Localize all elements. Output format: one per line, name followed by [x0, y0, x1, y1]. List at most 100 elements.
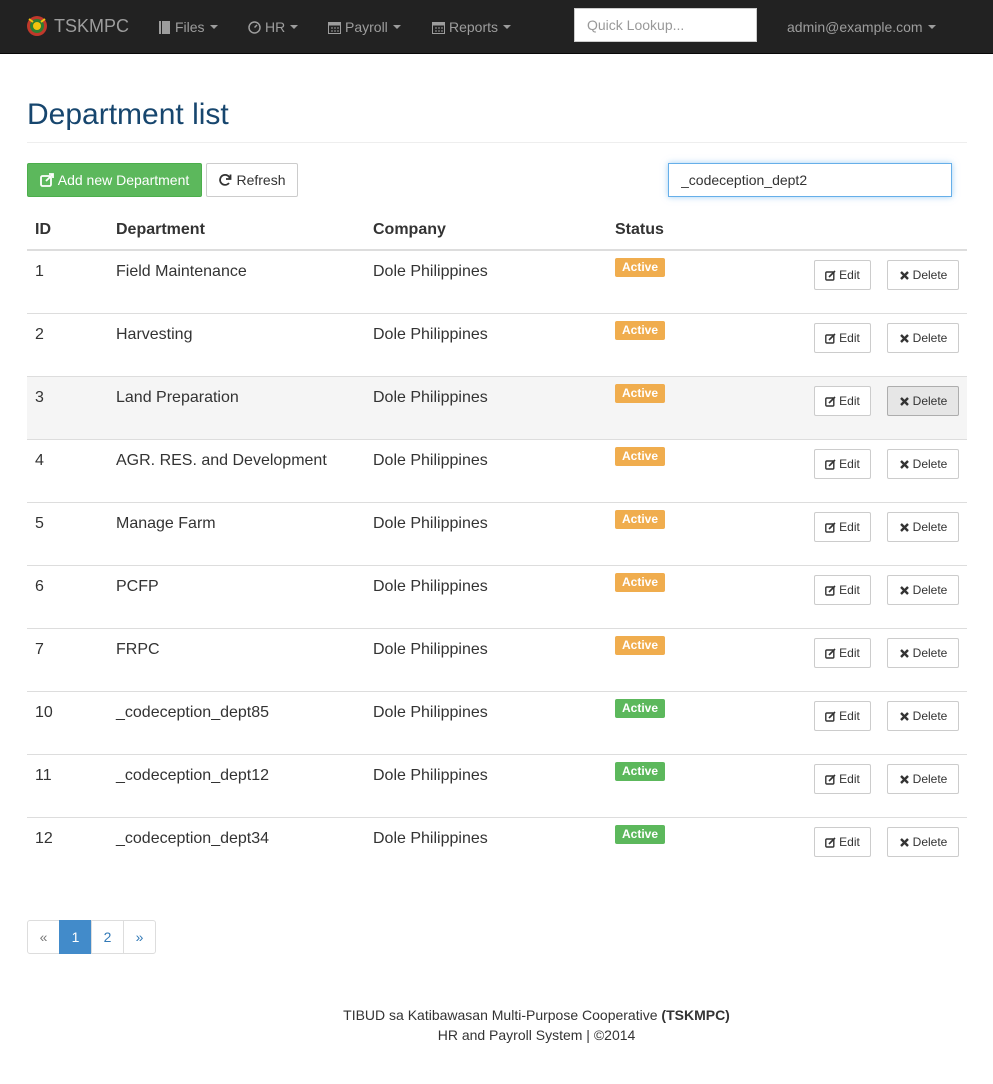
- edit-icon: [825, 773, 836, 785]
- row-status: Active: [615, 573, 666, 592]
- menu-files-label: Files: [175, 19, 205, 35]
- menu-reports[interactable]: Reports: [432, 0, 512, 54]
- delete-button[interactable]: Delete: [887, 449, 959, 479]
- row-department: _codeception_dept34: [116, 830, 270, 847]
- user-email: admin@example.com: [787, 19, 923, 35]
- edit-button[interactable]: Edit: [814, 260, 871, 290]
- delete-button[interactable]: Delete: [887, 386, 959, 416]
- delete-button[interactable]: Delete: [887, 575, 959, 605]
- edit-button[interactable]: Edit: [814, 764, 871, 794]
- edit-icon: [825, 710, 836, 722]
- edit-label: Edit: [839, 520, 860, 534]
- pagination-page-2[interactable]: 2: [91, 920, 124, 954]
- user-menu[interactable]: admin@example.com: [787, 0, 936, 54]
- row-company: Dole Philippines: [373, 326, 488, 343]
- row-company: Dole Philippines: [373, 515, 488, 532]
- pagination-next[interactable]: »: [123, 920, 156, 954]
- edit-icon: [825, 332, 836, 344]
- delete-button[interactable]: Delete: [887, 764, 959, 794]
- remove-icon: [899, 648, 909, 658]
- delete-label: Delete: [912, 457, 948, 471]
- edit-label: Edit: [839, 457, 860, 471]
- edit-icon: [825, 836, 836, 848]
- menu-hr-label: HR: [265, 19, 286, 35]
- edit-button[interactable]: Edit: [814, 512, 871, 542]
- brand[interactable]: TSKMPC: [26, 12, 129, 40]
- quick-lookup-input[interactable]: [574, 8, 757, 42]
- caret-down-icon: [209, 25, 218, 29]
- status-badge: Active: [615, 699, 666, 718]
- menu-files[interactable]: Files: [158, 0, 218, 54]
- pagination: « 1 2 »: [27, 920, 156, 954]
- refresh-button[interactable]: Refresh: [206, 163, 298, 197]
- row-status: Active: [615, 510, 666, 529]
- row-company: Dole Philippines: [373, 641, 488, 658]
- table-row: 3 Land Preparation Dole Philippines Active E…: [27, 377, 967, 440]
- edit-button[interactable]: Edit: [814, 701, 871, 731]
- edit-button[interactable]: Edit: [814, 827, 871, 857]
- delete-button[interactable]: Delete: [887, 638, 959, 668]
- row-department: Land Preparation: [116, 389, 239, 406]
- edit-label: Edit: [839, 709, 860, 723]
- menu-hr[interactable]: HR: [248, 0, 299, 54]
- column-header-id[interactable]: ID: [35, 221, 51, 239]
- edit-button[interactable]: Edit: [814, 575, 871, 605]
- row-status: Active: [615, 258, 666, 277]
- row-id: 6: [35, 578, 44, 595]
- footer-line-2: HR and Payroll System | ©2014: [437, 1027, 636, 1043]
- row-id: 3: [35, 389, 44, 406]
- row-department: PCFP: [116, 578, 159, 595]
- column-header-department[interactable]: Department: [116, 221, 205, 239]
- edit-icon: [825, 647, 836, 659]
- delete-button[interactable]: Delete: [887, 260, 959, 290]
- edit-button[interactable]: Edit: [814, 638, 871, 668]
- table-body: 1 Field Maintenance Dole Philippines Active…: [27, 251, 967, 881]
- edit-button[interactable]: Edit: [814, 323, 871, 353]
- edit-icon: [825, 269, 836, 281]
- remove-icon: [899, 459, 909, 469]
- add-department-button[interactable]: Add new Department: [27, 163, 202, 197]
- add-department-label: Add new Department: [57, 172, 190, 188]
- status-badge: Active: [615, 258, 666, 277]
- edit-button[interactable]: Edit: [814, 386, 871, 416]
- department-search-input[interactable]: [668, 163, 952, 197]
- delete-button[interactable]: Delete: [887, 701, 959, 731]
- refresh-icon: [219, 174, 232, 186]
- top-navbar: TSKMPC Files HR Payroll Reports admin@ex…: [0, 0, 993, 54]
- row-id: 4: [35, 452, 44, 469]
- row-company: Dole Philippines: [373, 389, 488, 406]
- row-company: Dole Philippines: [373, 578, 488, 595]
- column-header-company[interactable]: Company: [373, 221, 446, 239]
- edit-label: Edit: [839, 772, 860, 786]
- row-company: Dole Philippines: [373, 767, 488, 784]
- delete-label: Delete: [912, 394, 948, 408]
- menu-payroll[interactable]: Payroll: [328, 0, 401, 54]
- edit-icon: [825, 521, 836, 533]
- status-badge: Active: [615, 447, 666, 466]
- row-id: 11: [35, 767, 52, 784]
- edit-button[interactable]: Edit: [814, 449, 871, 479]
- row-company: Dole Philippines: [373, 830, 488, 847]
- refresh-label: Refresh: [236, 172, 286, 188]
- delete-label: Delete: [912, 709, 948, 723]
- delete-label: Delete: [912, 583, 948, 597]
- delete-button[interactable]: Delete: [887, 827, 959, 857]
- column-header-status[interactable]: Status: [615, 221, 664, 239]
- row-department: Field Maintenance: [116, 263, 247, 280]
- department-table: ID Department Company Status 1 Field Main…: [27, 212, 967, 881]
- delete-label: Delete: [912, 331, 948, 345]
- table-row: 10 _codeception_dept85 Dole Philippines Act…: [27, 692, 967, 755]
- calendar-icon: [328, 21, 341, 34]
- row-department: Harvesting: [116, 326, 193, 343]
- row-department: FRPC: [116, 641, 160, 658]
- delete-button[interactable]: Delete: [887, 512, 959, 542]
- row-status: Active: [615, 636, 666, 655]
- pagination-prev[interactable]: «: [27, 920, 60, 954]
- row-id: 12: [35, 830, 53, 847]
- delete-button[interactable]: Delete: [887, 323, 959, 353]
- pagination-page-1[interactable]: 1: [59, 920, 92, 954]
- row-id: 7: [35, 641, 44, 658]
- footer-line-1: TIBUD sa Katibawasan Multi-Purpose Coope…: [0, 1005, 993, 1025]
- row-status: Active: [615, 825, 666, 844]
- edit-label: Edit: [839, 583, 860, 597]
